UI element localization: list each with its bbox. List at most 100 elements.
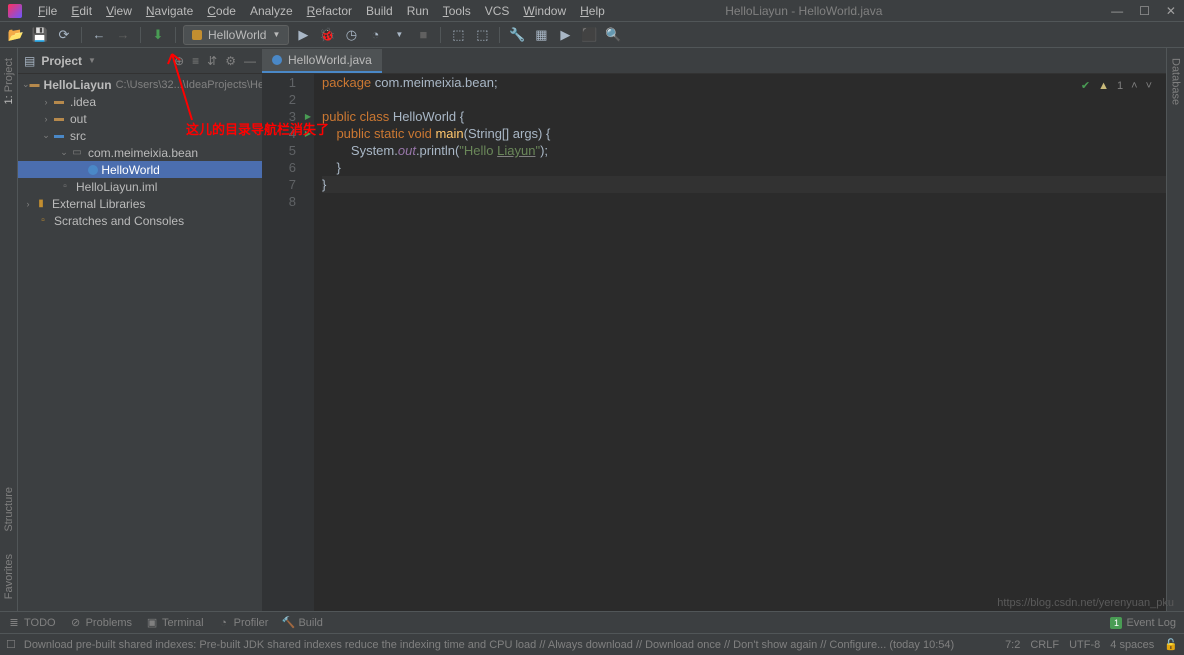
presentation-icon[interactable]: ⬛ bbox=[579, 25, 599, 45]
tw-terminal[interactable]: ▣Terminal bbox=[146, 617, 204, 629]
tree-root[interactable]: ⌄▬HelloLiayunC:\Users\32...\IdeaProjects… bbox=[18, 76, 262, 93]
collapse-icon[interactable]: ⇵ bbox=[207, 54, 217, 68]
status-bar: ☐ Download pre-built shared indexes: Pre… bbox=[0, 633, 1184, 655]
save-icon[interactable]: 💾 bbox=[30, 25, 50, 45]
editor-inspection-status[interactable]: ✔ ▲1 ˄ ˅ bbox=[1081, 78, 1152, 95]
code-content[interactable]: package com.meimeixia.bean; public class… bbox=[314, 74, 1166, 611]
profile-icon[interactable]: ◔ bbox=[365, 25, 385, 45]
menu-run[interactable]: Run bbox=[401, 2, 435, 20]
minimize-button[interactable]: — bbox=[1111, 4, 1123, 18]
back-icon[interactable]: ← bbox=[89, 25, 109, 45]
code-editor[interactable]: 12345678 ▶▶ package com.meimeixia.bean; … bbox=[262, 74, 1166, 611]
watermark: https://blog.csdn.net/yerenyuan_pku bbox=[997, 597, 1174, 609]
menu-vcs[interactable]: VCS bbox=[479, 2, 516, 20]
menu-edit[interactable]: Edit bbox=[65, 2, 98, 20]
main-toolbar: 📂 💾 ⟳ ← → ⬇ HelloWorld ▼ ▶ 🐞 ◷ ◔ ▼ ■ ⬚ ⬚… bbox=[0, 22, 1184, 48]
vcs-update-icon[interactable]: ⬚ bbox=[448, 25, 468, 45]
indent[interactable]: 4 spaces bbox=[1110, 639, 1154, 651]
encoding[interactable]: UTF-8 bbox=[1069, 639, 1100, 651]
menu-file[interactable]: File bbox=[32, 2, 63, 20]
sidebar-tab-structure[interactable]: Structure bbox=[3, 483, 15, 536]
project-panel-header: ▤ Project ▼ ⊕ ≡ ⇵ ⚙ — bbox=[18, 48, 262, 74]
attach-icon[interactable]: ▼ bbox=[389, 25, 409, 45]
main-area: 1: Project Structure Favorites ▤ Project… bbox=[0, 48, 1184, 611]
tree-package[interactable]: ⌄▭com.meimeixia.bean bbox=[18, 144, 262, 161]
vcs-commit-icon[interactable]: ⬚ bbox=[472, 25, 492, 45]
run-config-selector[interactable]: HelloWorld ▼ bbox=[183, 25, 289, 45]
line-sep[interactable]: CRLF bbox=[1030, 639, 1059, 651]
editor-tab-helloworld[interactable]: HelloWorld.java bbox=[262, 49, 382, 73]
sidebar-tab-favorites[interactable]: Favorites bbox=[3, 550, 15, 603]
run-icon[interactable]: ▶ bbox=[293, 25, 313, 45]
chevron-down-icon: ▼ bbox=[272, 30, 280, 39]
tree-external-libs[interactable]: ›▮External Libraries bbox=[18, 195, 262, 212]
menu-help[interactable]: Help bbox=[574, 2, 611, 20]
tree-class-helloworld[interactable]: HelloWorld bbox=[18, 161, 262, 178]
expand-icon[interactable]: ≡ bbox=[192, 54, 199, 68]
tw-todo[interactable]: ≣TODO bbox=[8, 617, 56, 629]
chevron-up-icon[interactable]: ˄ bbox=[1131, 78, 1137, 95]
run-config-name: HelloWorld bbox=[208, 28, 266, 42]
chevron-down-icon[interactable]: ˅ bbox=[1146, 78, 1152, 95]
locate-icon[interactable]: ⊕ bbox=[174, 54, 184, 68]
lock-icon[interactable]: 🔓 bbox=[1164, 638, 1178, 651]
tree-src[interactable]: ⌄▬src bbox=[18, 127, 262, 144]
tree-idea[interactable]: ›▬.idea bbox=[18, 93, 262, 110]
menu-window[interactable]: Window bbox=[517, 2, 572, 20]
debug-icon[interactable]: 🐞 bbox=[317, 25, 337, 45]
search-icon[interactable]: 🔍 bbox=[603, 25, 623, 45]
sidebar-tab-database[interactable]: Database bbox=[1170, 54, 1182, 109]
menu-navigate[interactable]: Navigate bbox=[140, 2, 199, 20]
close-button[interactable]: ✕ bbox=[1166, 4, 1176, 18]
window-title: HelloLiayun - HelloWorld.java bbox=[725, 4, 882, 18]
gear-icon[interactable]: ⚙ bbox=[225, 54, 236, 68]
menu-tools[interactable]: Tools bbox=[437, 2, 477, 20]
main-menu: File Edit View Navigate Code Analyze Ref… bbox=[32, 2, 611, 20]
tw-problems[interactable]: ⊘Problems bbox=[70, 617, 132, 629]
project-structure-icon[interactable]: ▦ bbox=[531, 25, 551, 45]
chevron-down-icon[interactable]: ▼ bbox=[88, 56, 96, 65]
maximize-button[interactable]: ☐ bbox=[1139, 4, 1150, 18]
sidebar-tab-project[interactable]: 1: Project bbox=[3, 54, 15, 108]
open-icon[interactable]: 📂 bbox=[6, 25, 26, 45]
menu-build[interactable]: Build bbox=[360, 2, 399, 20]
class-icon bbox=[88, 165, 98, 175]
left-gutter: 1: Project Structure Favorites bbox=[0, 48, 18, 611]
menu-view[interactable]: View bbox=[100, 2, 138, 20]
menu-analyze[interactable]: Analyze bbox=[244, 2, 299, 20]
editor-area: HelloWorld.java 12345678 ▶▶ package com.… bbox=[262, 48, 1166, 611]
tree-scratches[interactable]: ▫Scratches and Consoles bbox=[18, 212, 262, 229]
tw-build[interactable]: 🔨Build bbox=[282, 617, 322, 629]
coverage-icon[interactable]: ◷ bbox=[341, 25, 361, 45]
menu-code[interactable]: Code bbox=[201, 2, 242, 20]
caret-position[interactable]: 7:2 bbox=[1005, 639, 1020, 651]
bottom-tool-window-bar: ≣TODO ⊘Problems ▣Terminal ◔Profiler 🔨Bui… bbox=[0, 611, 1184, 633]
right-gutter: Database bbox=[1166, 48, 1184, 611]
tw-eventlog[interactable]: 1Event Log bbox=[1110, 617, 1176, 629]
project-panel-title[interactable]: Project bbox=[41, 54, 82, 68]
java-file-icon bbox=[272, 55, 282, 65]
project-view-icon: ▤ bbox=[24, 54, 35, 68]
build-icon[interactable]: ⬇ bbox=[148, 25, 168, 45]
tree-out[interactable]: ›▬out bbox=[18, 110, 262, 127]
status-icon[interactable]: ☐ bbox=[6, 638, 16, 651]
status-message[interactable]: Download pre-built shared indexes: Pre-b… bbox=[24, 639, 997, 651]
menu-refactor[interactable]: Refactor bbox=[301, 2, 358, 20]
tab-label: HelloWorld.java bbox=[288, 53, 372, 67]
stop-icon[interactable]: ■ bbox=[413, 25, 433, 45]
hide-icon[interactable]: — bbox=[244, 54, 256, 68]
tree-iml[interactable]: ▫HelloLiayun.iml bbox=[18, 178, 262, 195]
editor-tab-bar: HelloWorld.java bbox=[262, 48, 1166, 74]
run-gutter[interactable]: ▶▶ bbox=[302, 74, 314, 611]
forward-icon[interactable]: → bbox=[113, 25, 133, 45]
tw-profiler[interactable]: ◔Profiler bbox=[218, 617, 269, 629]
settings-icon[interactable]: 🔧 bbox=[507, 25, 527, 45]
app-logo-icon bbox=[8, 4, 22, 18]
project-tree[interactable]: ⌄▬HelloLiayunC:\Users\32...\IdeaProjects… bbox=[18, 74, 262, 611]
flag-icon[interactable]: ▶ bbox=[555, 25, 575, 45]
line-number-gutter: 12345678 bbox=[262, 74, 302, 611]
refresh-icon[interactable]: ⟳ bbox=[54, 25, 74, 45]
java-class-icon bbox=[192, 30, 202, 40]
title-bar: File Edit View Navigate Code Analyze Ref… bbox=[0, 0, 1184, 22]
project-tool-window: ▤ Project ▼ ⊕ ≡ ⇵ ⚙ — ⌄▬HelloLiayunC:\Us… bbox=[18, 48, 262, 611]
